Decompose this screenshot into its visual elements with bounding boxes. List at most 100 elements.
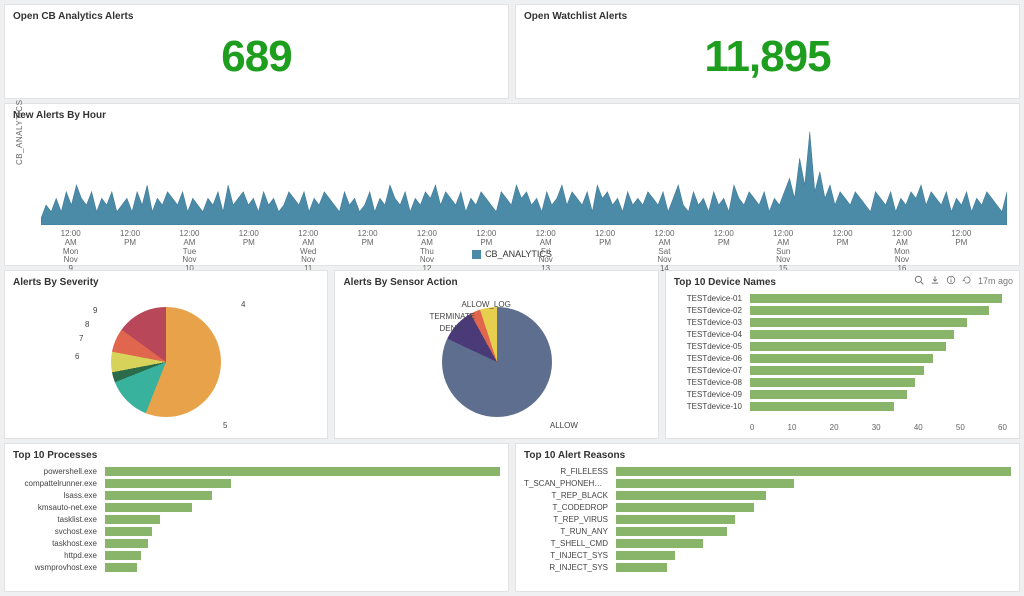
bar-label: taskhost.exe	[13, 539, 101, 548]
panel-top-processes: Top 10 Processes powershell.execompattel…	[4, 443, 509, 592]
bar-row: T_REP_VIRUS	[616, 513, 1011, 525]
pie-slice-label: ALLOW	[550, 421, 578, 430]
bar-label: T_SCAN_PHONEHOME	[524, 479, 612, 488]
refresh-icon[interactable]	[962, 275, 972, 287]
bar-label: TESTdevice-04	[674, 330, 746, 339]
bar	[105, 539, 148, 548]
bar-row: powershell.exe	[105, 465, 500, 477]
bar	[750, 354, 933, 363]
bar-row: httpd.exe	[105, 549, 500, 561]
bar-label: T_SHELL_CMD	[524, 539, 612, 548]
x-tick: 0	[750, 423, 754, 432]
bar-label: TESTdevice-10	[674, 402, 746, 411]
bar-label: kmsauto-net.exe	[13, 503, 101, 512]
bar	[105, 527, 152, 536]
bar	[616, 527, 727, 536]
panel-title: Top 10 Alert Reasons	[524, 450, 1011, 461]
bar-row: compattelrunner.exe	[105, 477, 500, 489]
bar-label: T_REP_BLACK	[524, 491, 612, 500]
bar-row: TESTdevice-09	[750, 388, 1011, 400]
bar-row: lsass.exe	[105, 489, 500, 501]
bar-row: T_CODEDROP	[616, 501, 1011, 513]
bar-row: TESTdevice-05	[750, 340, 1011, 352]
bar-row: TESTdevice-01	[750, 292, 1011, 304]
x-tick: 10	[788, 423, 797, 432]
x-tick: 60	[998, 423, 1007, 432]
bar-row: TESTdevice-08	[750, 376, 1011, 388]
bar-row: T_SHELL_CMD	[616, 537, 1011, 549]
bar-label: T_INJECT_SYS	[524, 551, 612, 560]
bar-label: wsmprovhost.exe	[13, 563, 101, 572]
bar-label: compattelrunner.exe	[13, 479, 101, 488]
bar	[616, 479, 794, 488]
kpi-cb-analytics: Open CB Analytics Alerts 689	[4, 4, 509, 99]
bar-row: svchost.exe	[105, 525, 500, 537]
bar	[750, 390, 907, 399]
bar-label: tasklist.exe	[13, 515, 101, 524]
bar	[616, 551, 675, 560]
x-tick: 40	[914, 423, 923, 432]
bar-label: TESTdevice-06	[674, 354, 746, 363]
bar-label: TESTdevice-02	[674, 306, 746, 315]
bar-label: TESTdevice-08	[674, 378, 746, 387]
bar-row: TESTdevice-06	[750, 352, 1011, 364]
pie-slice-label: 7	[79, 334, 83, 343]
kpi-value: 689	[13, 26, 500, 92]
bar-row: T_INJECT_SYS	[616, 549, 1011, 561]
panel-title: Open CB Analytics Alerts	[13, 11, 500, 22]
bar-label: powershell.exe	[13, 467, 101, 476]
panel-title: Alerts By Severity	[13, 277, 319, 288]
bar-row: TESTdevice-02	[750, 304, 1011, 316]
bar-row: T_RUN_ANY	[616, 525, 1011, 537]
download-icon[interactable]	[930, 275, 940, 287]
bar-label: TESTdevice-09	[674, 390, 746, 399]
panel-new-alerts-by-hour: New Alerts By Hour CB_ANALYTICS 51015 12…	[4, 103, 1020, 266]
bar	[750, 330, 955, 339]
x-tick: 20	[830, 423, 839, 432]
bar	[616, 539, 703, 548]
pie-slice-label: TERMINATE	[429, 312, 475, 321]
panel-top-alert-reasons: Top 10 Alert Reasons R_FILELESS T_SCAN_PH…	[515, 443, 1020, 592]
bar-label: TESTdevice-01	[674, 294, 746, 303]
bar	[750, 318, 968, 327]
kpi-watchlist: Open Watchlist Alerts 11,895	[515, 4, 1020, 99]
panel-title: New Alerts By Hour	[13, 110, 1011, 121]
bar-row: wsmprovhost.exe	[105, 561, 500, 573]
bar	[105, 467, 500, 476]
panel-alerts-by-sensor-action: Alerts By Sensor Action ALLOW_LOG TERMIN…	[334, 270, 658, 439]
hbar-chart: R_FILELESST_SCAN_PHONEHOMET_REP_BLACKT_C…	[524, 465, 1011, 585]
pie-slice-label: 5	[223, 421, 227, 430]
bar	[750, 306, 989, 315]
pie-slice-label: 8	[85, 320, 89, 329]
bar-label: R_INJECT_SYS	[524, 563, 612, 572]
bar-row: T_REP_BLACK	[616, 489, 1011, 501]
bar-label: TESTdevice-05	[674, 342, 746, 351]
bar	[105, 563, 137, 572]
bar	[105, 503, 192, 512]
pie-slice-label: ALLOW_LOG	[461, 300, 510, 309]
bar	[616, 503, 754, 512]
bar	[616, 491, 766, 500]
info-icon[interactable]	[946, 275, 956, 287]
bar	[105, 551, 141, 560]
bar-row: TESTdevice-03	[750, 316, 1011, 328]
bar	[105, 491, 212, 500]
bar	[750, 342, 946, 351]
bar-label: T_RUN_ANY	[524, 527, 612, 536]
bar-row: R_INJECT_SYS	[616, 561, 1011, 573]
kpi-value: 11,895	[524, 26, 1011, 92]
panel-title: Open Watchlist Alerts	[524, 11, 1011, 22]
search-icon[interactable]	[914, 275, 924, 287]
panel-title: Top 10 Processes	[13, 450, 500, 461]
bar-row: taskhost.exe	[105, 537, 500, 549]
bar-label: TESTdevice-07	[674, 366, 746, 375]
bar	[616, 563, 667, 572]
bar-row: R_FILELESS	[616, 465, 1011, 477]
refresh-age-text: 17m ago	[978, 276, 1013, 286]
bar	[616, 467, 1011, 476]
bar	[750, 402, 894, 411]
hbar-chart: powershell.execompattelrunner.exelsass.e…	[13, 465, 500, 585]
bar	[105, 515, 160, 524]
bar	[750, 294, 1002, 303]
x-tick: 30	[872, 423, 881, 432]
